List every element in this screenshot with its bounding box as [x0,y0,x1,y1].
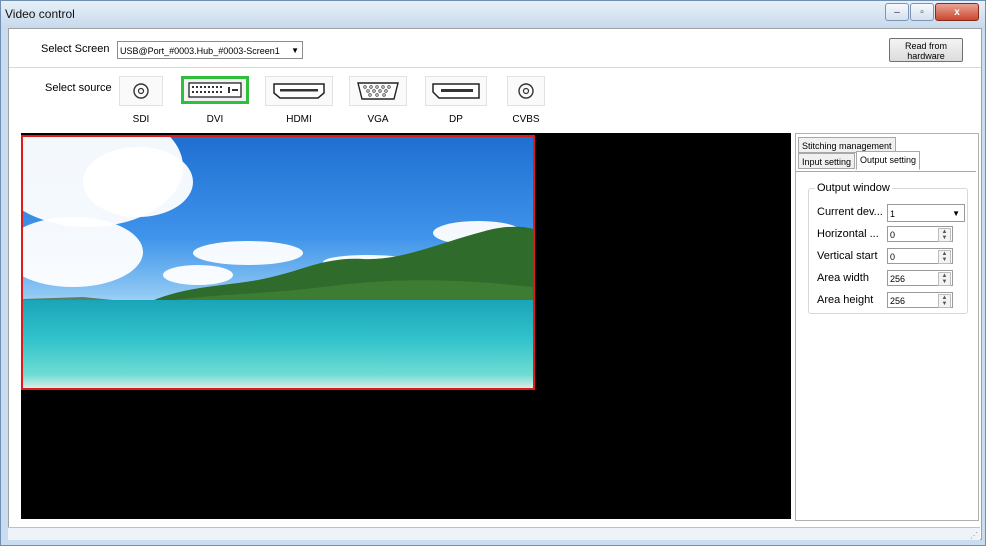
vertical-start-field[interactable]: 0 ▲ ▼ [887,248,953,264]
source-label-dvi: DVI [206,114,224,125]
vertical-start-row: Vertical start 0 ▲ ▼ [817,248,967,266]
status-bar: ⋰ [8,527,980,540]
client-area: Select Screen USB@Port_#0003.Hub_#0003-S… [8,28,982,540]
source-label-cvbs: CVBS [512,114,540,125]
title-bar[interactable]: Video control – ▫ x [1,1,985,29]
source-item-dp[interactable]: DP [425,76,487,125]
source-item-hdmi[interactable]: HDMI [265,76,333,125]
tab-output-setting[interactable]: Output setting [856,151,921,170]
horizontal-start-spinner[interactable]: ▲ ▼ [938,228,951,242]
output-window-group: Output window Current dev... 1 ▼ Horizon… [808,182,968,314]
horizontal-start-label: Horizontal ... [817,228,879,240]
area-width-spinner[interactable]: ▲ ▼ [938,272,951,286]
current-device-dropdown[interactable]: 1 ▼ [887,204,965,222]
area-height-field[interactable]: 256 ▲ ▼ [887,292,953,308]
output-setting-body: Output window Current dev... 1 ▼ Horizon… [796,171,976,520]
source-item-sdi[interactable]: SDI [119,76,163,125]
read-from-hardware-button[interactable]: Read from hardware [889,38,963,62]
displayport-connector-icon [425,76,487,106]
window-title: Video control [5,7,75,21]
area-width-row: Area width 256 ▲ ▼ [817,270,967,288]
area-height-label: Area height [817,294,874,306]
vga-connector-icon [349,76,407,106]
source-label-hdmi: HDMI [286,114,312,125]
sea-image [23,300,533,388]
hdmi-connector-icon [265,76,333,106]
select-source-label: Select source [45,82,112,94]
caption-buttons: – ▫ x [884,3,979,21]
source-item-vga[interactable]: VGA [349,76,407,125]
area-height-row: Area height 256 ▲ ▼ [817,292,967,310]
dvi-connector-icon [181,76,249,104]
minimize-button[interactable]: – [885,3,909,21]
vertical-start-spinner[interactable]: ▲ ▼ [938,250,951,264]
source-row: Select source SDI DVI HDMI VGA DP CVBS [9,68,981,128]
horizontal-start-row: Horizontal ... 0 ▲ ▼ [817,226,967,244]
source-label-sdi: SDI [132,114,150,125]
area-height-value: 256 [890,296,906,306]
close-button[interactable]: x [935,3,979,21]
output-window-title: Output window [815,182,892,194]
source-label-vga: VGA [367,114,389,125]
select-screen-value: USB@Port_#0003.Hub_#0003-Screen1 [120,46,280,56]
select-screen-dropdown[interactable]: USB@Port_#0003.Hub_#0003-Screen1 ▼ [117,41,303,59]
chevron-down-icon: ▼ [952,209,960,218]
tab-input-setting[interactable]: Input setting [798,153,856,169]
cvbs-connector-icon [507,76,545,106]
area-width-value: 256 [890,274,906,284]
select-screen-label: Select Screen [41,43,110,55]
maximize-button[interactable]: ▫ [910,3,934,21]
source-item-dvi[interactable]: DVI [181,76,249,125]
settings-panel: Stitching management Input setting Outpu… [795,133,979,521]
area-height-spinner[interactable]: ▲ ▼ [938,294,951,308]
current-device-label: Current dev... [817,206,883,218]
screen-row: Select Screen USB@Port_#0003.Hub_#0003-S… [9,29,981,68]
chevron-down-icon: ▼ [291,46,299,55]
sdi-connector-icon [119,76,163,106]
source-label-dp: DP [449,114,463,125]
horizontal-start-value: 0 [890,230,896,240]
current-device-value: 1 [890,209,896,219]
vertical-start-value: 0 [890,252,896,262]
vertical-start-label: Vertical start [817,250,878,262]
source-item-cvbs[interactable]: CVBS [507,76,545,125]
horizontal-start-field[interactable]: 0 ▲ ▼ [887,226,953,242]
output-window-preview[interactable] [21,135,535,390]
area-width-field[interactable]: 256 ▲ ▼ [887,270,953,286]
preview-canvas[interactable] [21,133,791,519]
current-device-row: Current dev... 1 ▼ [817,204,967,222]
resize-grip-icon[interactable]: ⋰ [970,531,978,540]
area-width-label: Area width [817,272,869,284]
